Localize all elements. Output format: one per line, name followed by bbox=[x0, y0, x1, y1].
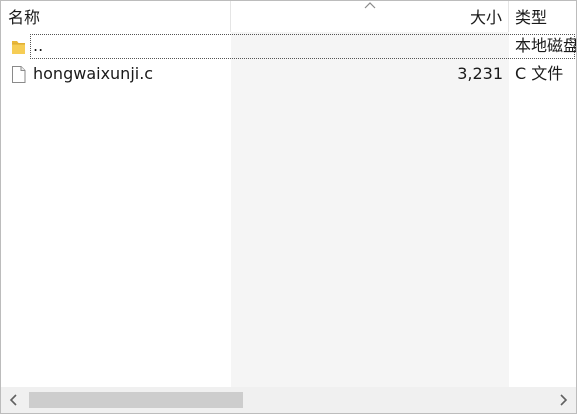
file-list-view: 名称 大小 类型 .. 本地磁盘 hongwaixunji.c 3,231 C … bbox=[0, 0, 577, 414]
column-header-name[interactable]: 名称 bbox=[1, 1, 231, 32]
scroll-right-button[interactable] bbox=[550, 387, 576, 413]
scrollbar-thumb[interactable] bbox=[29, 392, 243, 408]
column-header-bar: 名称 大小 类型 bbox=[1, 1, 576, 32]
column-header-type[interactable]: 类型 bbox=[509, 1, 576, 32]
list-item-name: .. bbox=[33, 36, 44, 55]
list-item-parent-folder[interactable]: .. 本地磁盘 bbox=[1, 32, 576, 60]
list-item-size: 3,231 bbox=[457, 64, 503, 83]
folder-icon bbox=[12, 41, 25, 54]
chevron-left-icon bbox=[9, 394, 17, 406]
horizontal-scrollbar[interactable] bbox=[1, 387, 576, 413]
file-icon bbox=[12, 66, 26, 83]
column-header-size-label: 大小 bbox=[469, 8, 502, 27]
column-header-name-label: 名称 bbox=[8, 8, 41, 27]
chevron-right-icon bbox=[560, 394, 568, 406]
column-header-type-label: 类型 bbox=[515, 8, 548, 27]
list-item-size bbox=[231, 32, 509, 60]
list-item-type: C 文件 bbox=[515, 64, 564, 83]
scroll-left-button[interactable] bbox=[1, 387, 27, 413]
list-item-file[interactable]: hongwaixunji.c 3,231 C 文件 bbox=[1, 60, 576, 88]
list-item-type: 本地磁盘 bbox=[515, 36, 577, 55]
chevron-up-icon bbox=[364, 2, 376, 9]
list-item-name: hongwaixunji.c bbox=[33, 64, 154, 83]
